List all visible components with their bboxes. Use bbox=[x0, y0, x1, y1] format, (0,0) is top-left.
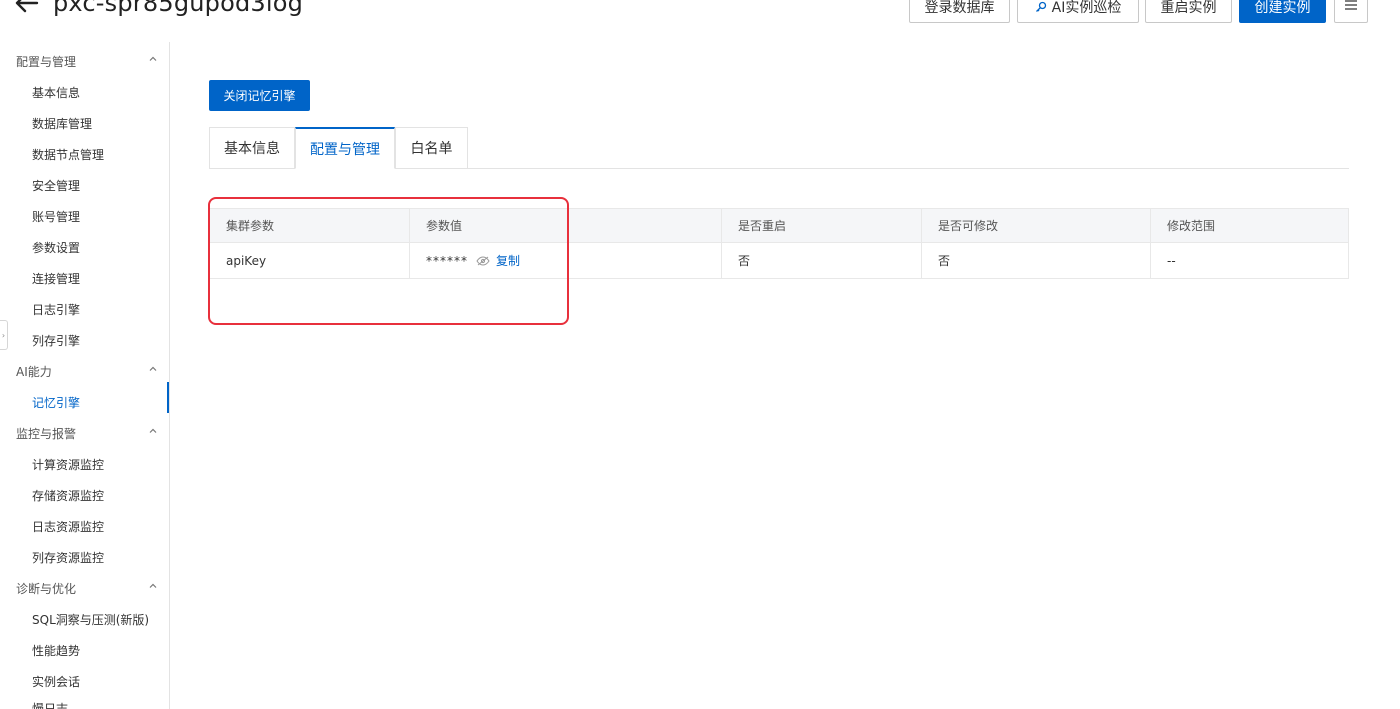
sidebar-item-storage-monitor[interactable]: 存储资源监控 bbox=[32, 487, 104, 504]
table-header: 集群参数 参数值 是否重启 是否可修改 修改范围 bbox=[210, 209, 1348, 243]
chevron-up-icon[interactable] bbox=[147, 53, 159, 65]
chevron-right-icon: › bbox=[1, 330, 6, 340]
eye-hidden-icon[interactable] bbox=[476, 255, 490, 266]
sidebar-item-log-monitor[interactable]: 日志资源监控 bbox=[32, 518, 104, 535]
active-indicator bbox=[167, 382, 169, 413]
menu-button[interactable] bbox=[1334, 0, 1368, 23]
login-database-button[interactable]: 登录数据库 bbox=[909, 0, 1010, 23]
sidebar-item-sql-insight[interactable]: SQL洞察与压测(新版) bbox=[32, 611, 149, 628]
table-row: apiKey ****** 复制 否 否 -- bbox=[210, 243, 1348, 278]
sidebar-group-config[interactable]: 配置与管理 bbox=[16, 53, 76, 70]
sidebar-nav: 配置与管理 基本信息 数据库管理 数据节点管理 安全管理 账号管理 参数设置 连… bbox=[0, 42, 170, 709]
copy-link[interactable]: 复制 bbox=[496, 252, 520, 269]
sidebar-item-perf-trend[interactable]: 性能趋势 bbox=[32, 642, 80, 659]
tab-basic-info[interactable]: 基本信息 bbox=[209, 127, 295, 169]
chevron-up-icon[interactable] bbox=[147, 363, 159, 375]
close-memory-engine-button[interactable]: 关闭记忆引擎 bbox=[209, 80, 310, 111]
masked-value: ****** bbox=[426, 253, 468, 268]
params-table: 集群参数 参数值 是否重启 是否可修改 修改范围 apiKey ****** 复… bbox=[209, 208, 1349, 279]
sidebar-item-node-management[interactable]: 数据节点管理 bbox=[32, 146, 104, 163]
range-cell: -- bbox=[1167, 253, 1176, 268]
key-icon bbox=[1035, 1, 1047, 13]
sidebar-item-connections[interactable]: 连接管理 bbox=[32, 270, 80, 287]
sidebar-item-db-management[interactable]: 数据库管理 bbox=[32, 115, 92, 132]
sidebar-group-ai[interactable]: AI能力 bbox=[16, 363, 52, 380]
sidebar-item-columnar-engine[interactable]: 列存引擎 bbox=[32, 332, 80, 349]
param-name-cell: apiKey bbox=[210, 243, 410, 278]
column-header: 是否可修改 bbox=[922, 209, 1151, 242]
sidebar-item-security[interactable]: 安全管理 bbox=[32, 177, 80, 194]
ai-inspect-button[interactable]: AI实例巡检 bbox=[1017, 0, 1139, 23]
sidebar-item-sessions[interactable]: 实例会话 bbox=[32, 673, 80, 690]
page-header: pxc-spr85gupod3iog 登录数据库 AI实例巡检 重启实例 创建实… bbox=[0, 0, 1400, 42]
sidebar-item-basic-info[interactable]: 基本信息 bbox=[32, 84, 80, 101]
column-header: 参数值 bbox=[410, 209, 722, 242]
column-header: 集群参数 bbox=[210, 209, 410, 242]
sidebar-group-monitoring[interactable]: 监控与报警 bbox=[16, 425, 76, 442]
ai-inspect-label: AI实例巡检 bbox=[1051, 0, 1122, 16]
column-header: 是否重启 bbox=[722, 209, 922, 242]
sidebar-item-compute-monitor[interactable]: 计算资源监控 bbox=[32, 456, 104, 473]
tab-bar: 基本信息 配置与管理 白名单 bbox=[209, 127, 1349, 169]
column-header: 修改范围 bbox=[1167, 219, 1216, 233]
tab-config-management[interactable]: 配置与管理 bbox=[295, 127, 395, 169]
chevron-up-icon[interactable] bbox=[147, 425, 159, 437]
menu-icon bbox=[1344, 0, 1358, 15]
modifiable-cell: 否 bbox=[922, 243, 1151, 278]
sidebar-item-slow-log[interactable]: 慢日志 bbox=[32, 700, 68, 709]
param-value-cell: ****** 复制 bbox=[410, 243, 722, 278]
sidebar-item-memory-engine[interactable]: 记忆引擎 bbox=[32, 394, 80, 411]
sidebar-item-accounts[interactable]: 账号管理 bbox=[32, 208, 80, 225]
sidebar-item-params[interactable]: 参数设置 bbox=[32, 239, 80, 256]
chevron-up-icon[interactable] bbox=[147, 580, 159, 592]
restart-instance-button[interactable]: 重启实例 bbox=[1145, 0, 1232, 23]
create-instance-button[interactable]: 创建实例 bbox=[1239, 0, 1326, 23]
sidebar-item-columnar-monitor[interactable]: 列存资源监控 bbox=[32, 549, 104, 566]
page-title: pxc-spr85gupod3iog bbox=[53, 0, 304, 17]
sidebar-item-log-engine[interactable]: 日志引擎 bbox=[32, 301, 80, 318]
restart-cell: 否 bbox=[722, 243, 922, 278]
sidebar-group-diagnostics[interactable]: 诊断与优化 bbox=[16, 580, 76, 597]
back-arrow-icon[interactable] bbox=[14, 0, 40, 18]
sidebar-collapse-handle[interactable]: › bbox=[0, 320, 8, 350]
tab-whitelist[interactable]: 白名单 bbox=[395, 127, 468, 169]
